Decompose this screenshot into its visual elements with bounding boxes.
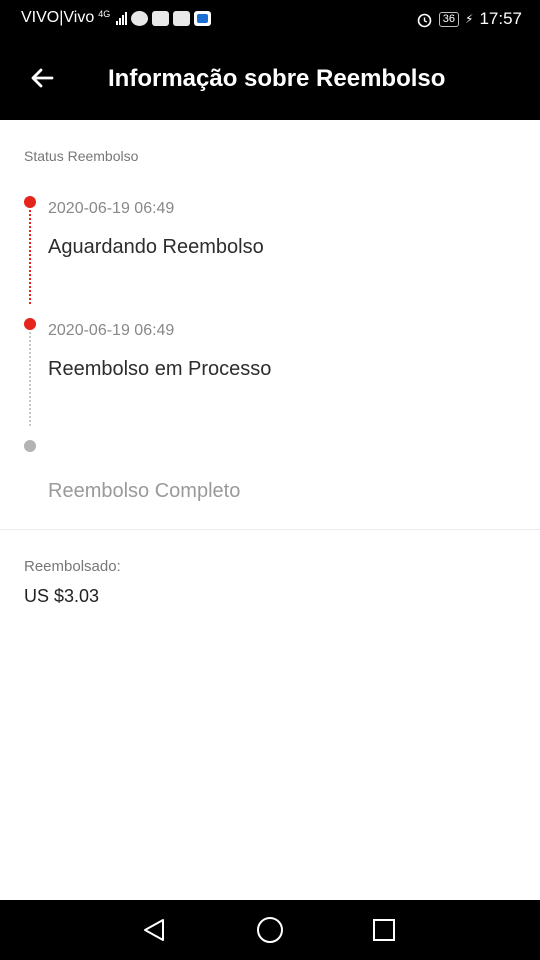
app-header: Informação sobre Reembolso — [0, 38, 540, 120]
triangle-back-icon — [144, 919, 164, 941]
back-button[interactable] — [24, 62, 60, 98]
step-timestamp: 2020-06-19 06:49 — [48, 200, 175, 217]
app-notification-icon — [194, 10, 212, 26]
status-bar-left: VIVO|Vivo 4G — [21, 9, 212, 27]
step-label: Reembolso em Processo — [48, 358, 272, 380]
youtube-icon — [152, 10, 170, 26]
status-bar: VIVO|Vivo 4G 36 ⚡ 17:57 — [0, 0, 540, 38]
whatsapp-icon — [131, 10, 149, 26]
battery-icon: 36 — [438, 11, 460, 27]
timeline-dot-done — [24, 196, 36, 208]
step-timestamp: 2020-06-19 06:49 — [48, 322, 175, 339]
navigation-bar — [0, 900, 540, 960]
status-section-label: Status Reembolso — [24, 148, 139, 164]
page-title: Informação sobre Reembolso — [108, 65, 446, 92]
nav-home-button[interactable] — [255, 915, 285, 945]
section-divider — [0, 529, 540, 530]
timeline-dot-pending — [24, 440, 36, 452]
arrow-left-icon — [31, 68, 54, 88]
circle-home-icon — [257, 917, 283, 943]
timeline-dot-done — [24, 318, 36, 330]
nav-recents-button[interactable] — [369, 915, 399, 945]
nav-back-button[interactable] — [140, 915, 170, 945]
refunded-amount: US $3.03 — [24, 586, 100, 606]
step-label: Reembolso Completo — [48, 480, 241, 502]
timeline-connector — [29, 210, 31, 304]
step-label: Aguardando Reembolso — [48, 236, 264, 258]
signal-icon — [116, 11, 128, 25]
status-bar-right: 36 ⚡ 17:57 — [416, 9, 522, 29]
refunded-label: Reembolsado: — [24, 558, 121, 575]
carrier-name: VIVO|Vivo — [21, 9, 95, 26]
alarm-icon — [417, 13, 432, 27]
mail-icon — [173, 10, 191, 26]
charging-icon: ⚡ — [465, 12, 474, 26]
square-recents-icon — [373, 919, 395, 941]
clock: 17:57 — [479, 9, 522, 28]
timeline-connector — [29, 332, 31, 426]
network-type: 4G — [98, 9, 111, 19]
